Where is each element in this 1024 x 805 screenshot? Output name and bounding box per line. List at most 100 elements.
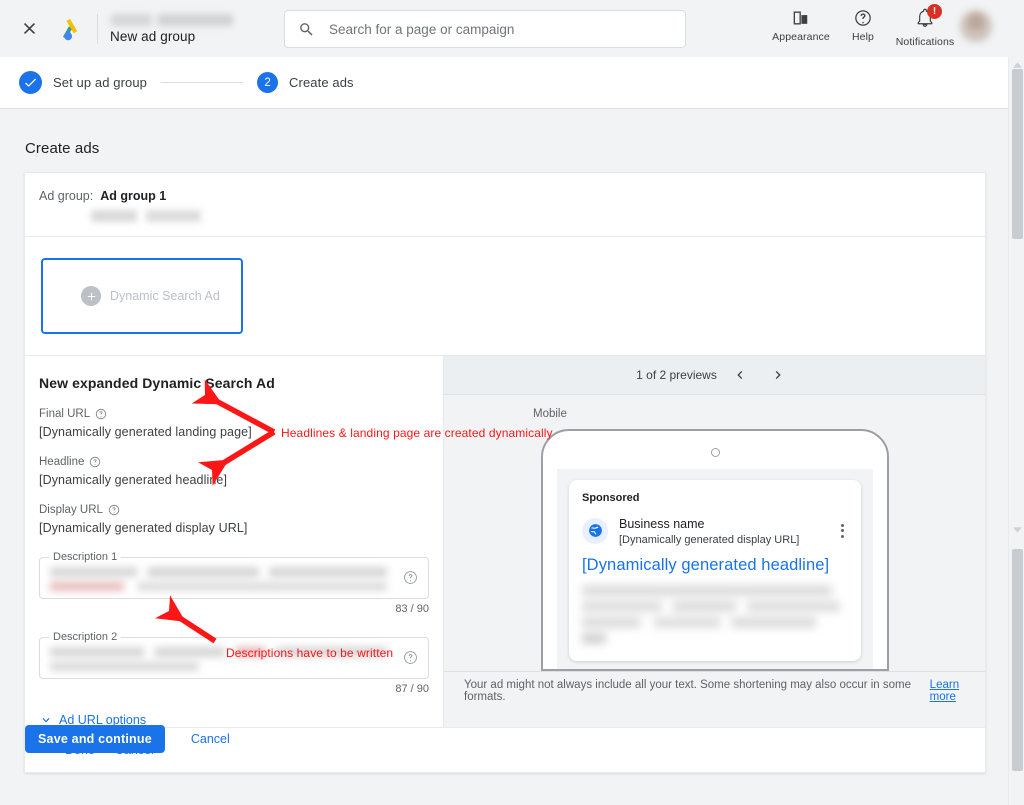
scroll-up-arrow-icon[interactable] — [1013, 62, 1022, 68]
step-create-ads[interactable]: 2 Create ads — [257, 72, 354, 93]
ad-group-section: Ad group: Ad group 1 — [25, 173, 985, 237]
close-button[interactable] — [9, 9, 49, 49]
business-row: Business name [Dynamically generated dis… — [582, 515, 848, 546]
ad-preview-card: Sponsored Business name [Dynamically gen… — [569, 480, 861, 661]
description-1-counter: 83 / 90 — [395, 603, 429, 615]
field-headline: Headline [Dynamically generated headline… — [39, 456, 443, 487]
business-text: Business name [Dynamically generated dis… — [619, 515, 837, 546]
google-ads-create-ads-screen: New ad group Appearance — [0, 0, 1024, 805]
description-1-value-redacted — [50, 566, 387, 592]
ad-type-section: Dynamic Search Ad — [25, 237, 985, 356]
chevron-right-icon — [775, 371, 781, 379]
description-1-legend: Description 1 — [49, 551, 122, 563]
notification-badge: ! — [927, 4, 942, 19]
field-label: Headline — [39, 456, 85, 468]
top-bar: New ad group Appearance — [0, 0, 1008, 57]
preview-prev-button[interactable] — [725, 360, 755, 390]
help-icon — [855, 10, 871, 26]
field-label: Final URL — [39, 408, 91, 420]
scroll-down-arrow-icon[interactable] — [1013, 527, 1022, 533]
ad-group-detail-redacted — [91, 210, 201, 222]
google-ads-logo-icon[interactable] — [53, 12, 87, 46]
scrollbar-thumb-top[interactable] — [1012, 69, 1023, 239]
search-input[interactable] — [327, 20, 677, 38]
ad-editor-title: New expanded Dynamic Search Ad — [39, 375, 275, 391]
appearance-button[interactable]: Appearance — [770, 3, 832, 43]
preview-counter: 1 of 2 previews — [636, 368, 717, 382]
help-button[interactable]: Help — [832, 3, 894, 43]
notifications-label: Notifications — [895, 36, 955, 48]
help-circle-icon[interactable] — [403, 570, 418, 590]
create-ads-card: Ad group: Ad group 1 Dynamic Search Ad N… — [24, 172, 986, 773]
chevron-left-icon — [737, 371, 743, 379]
preview-display-url: [Dynamically generated display URL] — [619, 534, 800, 546]
step-label: Set up ad group — [53, 75, 148, 90]
preview-headline: [Dynamically generated headline] — [582, 556, 830, 574]
business-name: Business name — [619, 517, 705, 531]
preview-note: Your ad might not always include all you… — [444, 671, 985, 709]
description-1-field[interactable]: Description 1 — [39, 551, 429, 599]
phone-screen: Sponsored Business name [Dynamically gen… — [557, 469, 873, 669]
ad-editor: New expanded Dynamic Search Ad Final URL… — [25, 356, 985, 728]
top-bar-actions: Appearance Help ! Notifications — [770, 3, 992, 55]
page-heading: Create ads — [25, 140, 100, 157]
header-divider — [97, 13, 98, 44]
avatar[interactable] — [960, 10, 992, 42]
preview-device-label: Mobile — [533, 408, 567, 420]
search-bar[interactable] — [284, 10, 686, 48]
help-label: Help — [852, 31, 874, 43]
page-title: New ad group — [110, 28, 196, 44]
stepper-connector — [161, 82, 244, 83]
phone-mockup: Sponsored Business name [Dynamically gen… — [541, 429, 889, 671]
notifications-button[interactable]: ! Notifications — [894, 3, 956, 48]
page-actions: Save and continue Cancel — [25, 725, 240, 753]
field-label: Display URL — [39, 504, 103, 516]
cancel-button[interactable]: Cancel — [181, 726, 240, 752]
globe-icon — [582, 517, 608, 544]
help-circle-icon[interactable] — [95, 408, 107, 420]
ad-group-label: Ad group: — [39, 189, 94, 203]
account-name-redacted — [111, 13, 233, 26]
help-circle-icon[interactable] — [89, 456, 101, 468]
close-icon — [23, 22, 35, 35]
field-display-url: Display URL [Dynamically generated displ… — [39, 504, 443, 535]
field-final-url: Final URL [Dynamically generated landing… — [39, 408, 443, 439]
field-value: [Dynamically generated headline] — [39, 473, 228, 487]
ad-group-value: Ad group 1 — [100, 189, 167, 203]
vertical-scrollbar[interactable] — [1008, 57, 1024, 805]
scrollbar-thumb-bottom[interactable] — [1012, 549, 1023, 771]
appearance-label: Appearance — [772, 31, 830, 43]
ad-type-label: Dynamic Search Ad — [110, 289, 220, 303]
kebab-menu-icon[interactable] — [837, 520, 848, 542]
save-and-continue-button[interactable]: Save and continue — [25, 725, 165, 753]
ad-editor-form: New expanded Dynamic Search Ad Final URL… — [25, 356, 443, 727]
field-value: [Dynamically generated landing page] — [39, 425, 252, 439]
appearance-icon — [793, 11, 808, 25]
sponsored-label: Sponsored — [582, 492, 640, 504]
field-value: [Dynamically generated display URL] — [39, 521, 248, 535]
page-body: Create ads Ad group: Ad group 1 Dynamic … — [0, 109, 1008, 805]
ad-preview-pane: 1 of 2 previews Mobile Sponsored Busines… — [443, 356, 985, 727]
description-2-counter: 87 / 90 — [395, 683, 429, 695]
step-label: Create ads — [289, 75, 354, 90]
description-2-value-redacted — [50, 646, 387, 672]
learn-more-link[interactable]: Learn more — [930, 679, 985, 703]
description-2-field[interactable]: Description 2 — [39, 631, 429, 679]
search-icon — [298, 21, 315, 38]
check-icon — [19, 71, 42, 94]
step-set-up-ad-group[interactable]: Set up ad group — [19, 71, 147, 94]
phone-camera-icon — [710, 448, 720, 457]
progress-stepper: Set up ad group 2 Create ads — [0, 57, 1008, 109]
preview-header: 1 of 2 previews — [444, 356, 985, 395]
help-circle-icon[interactable] — [108, 504, 120, 516]
dynamic-search-ad-tile[interactable]: Dynamic Search Ad — [41, 258, 243, 334]
help-circle-icon[interactable] — [403, 650, 418, 670]
header-title-block: New ad group — [110, 13, 233, 44]
description-2-legend: Description 2 — [49, 631, 122, 643]
preview-note-text: Your ad might not always include all you… — [464, 678, 912, 703]
plus-circle-icon — [81, 286, 101, 306]
bell-wrapper: ! — [915, 4, 942, 33]
preview-next-button[interactable] — [763, 360, 793, 390]
preview-body: Mobile Sponsored Business name [Dynamica… — [444, 395, 985, 671]
step-number: 2 — [257, 72, 279, 93]
